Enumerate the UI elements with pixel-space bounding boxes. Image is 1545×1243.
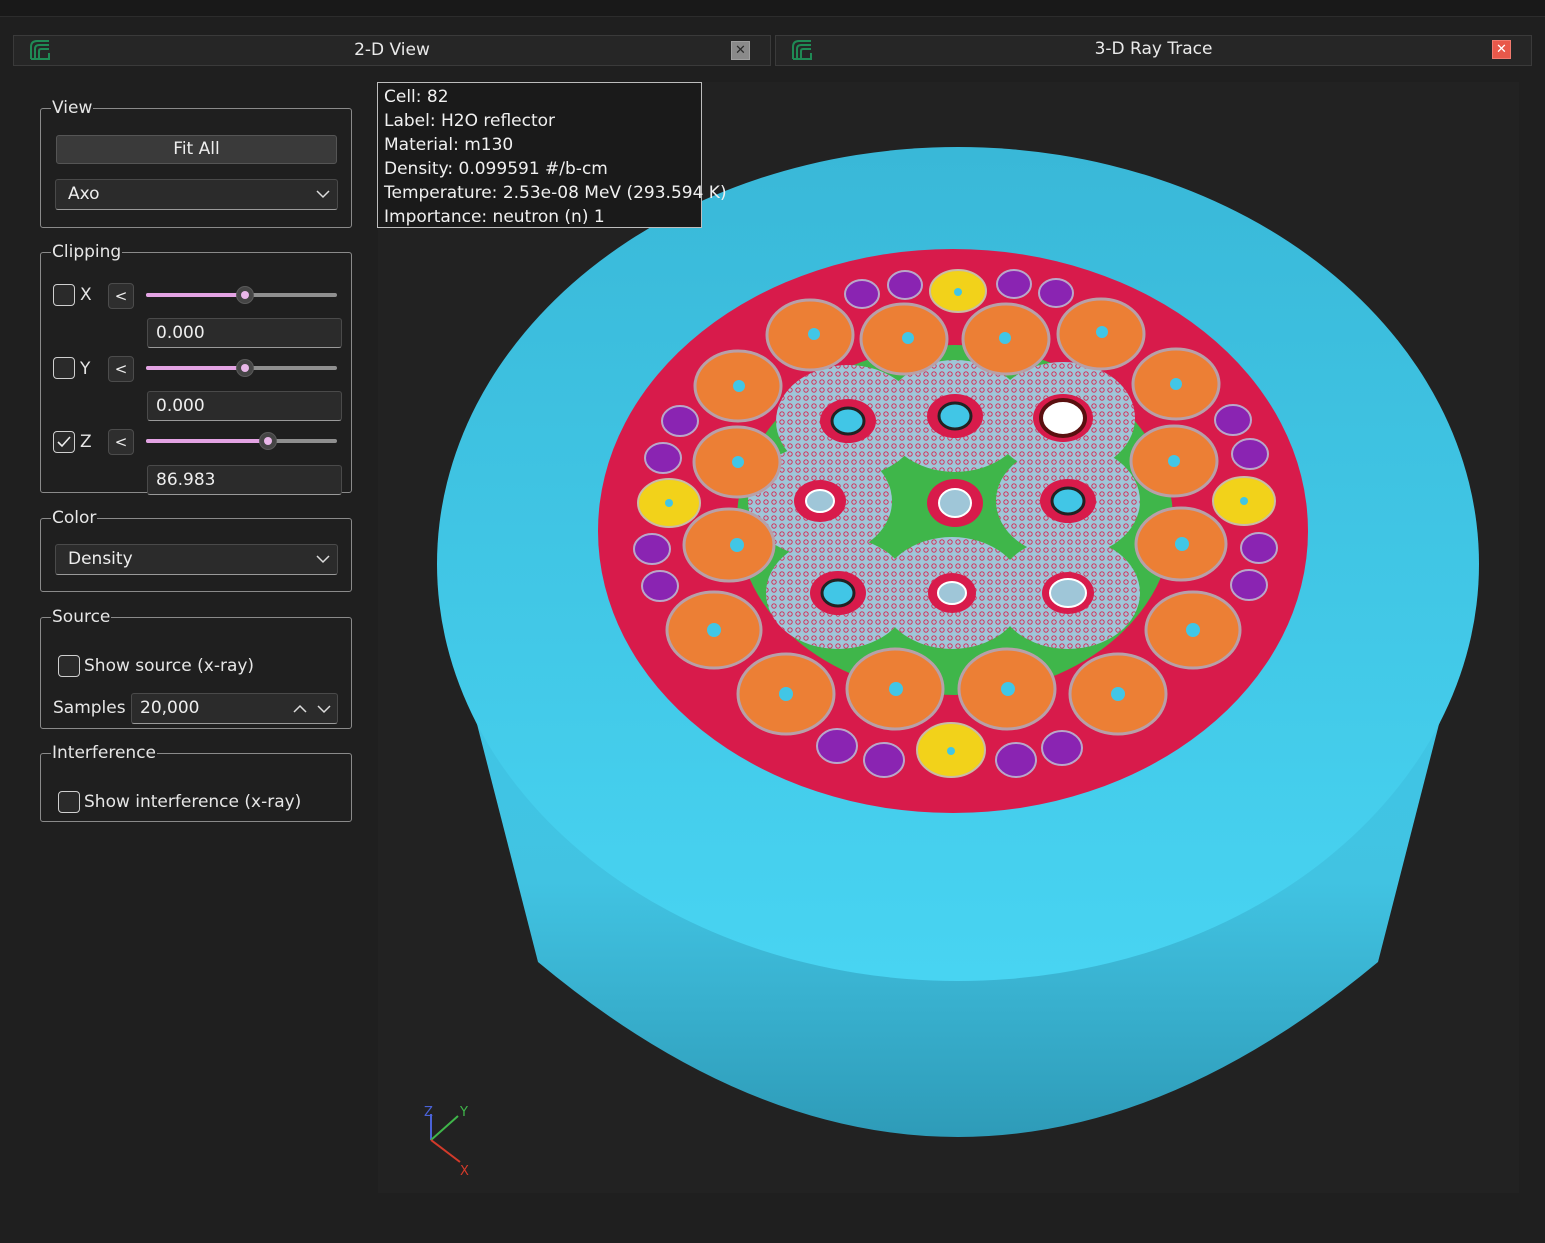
chevron-up-icon[interactable]: [292, 701, 308, 717]
source-group: Source Show source (x-ray) Samples 20,00…: [40, 607, 352, 729]
chevron-down-icon: [316, 190, 330, 199]
clip-x-value-field[interactable]: 0.000: [147, 318, 342, 348]
tooltip-label: Label: H2O reflector: [384, 111, 556, 131]
clip-y-slider-thumb[interactable]: [236, 359, 254, 377]
projection-select[interactable]: Axo: [55, 179, 338, 210]
samples-value: 20,000: [140, 698, 200, 718]
title-strip: [0, 0, 1545, 17]
clip-y-label: Y: [80, 359, 91, 379]
clipping-legend: Clipping: [52, 242, 122, 262]
clip-x-direction-button[interactable]: <: [108, 283, 134, 309]
color-mode-select[interactable]: Density: [55, 544, 338, 575]
chevron-down-icon: [316, 555, 330, 564]
clip-z-slider-fill: [146, 439, 267, 443]
close-icon[interactable]: ✕: [1492, 40, 1511, 59]
clip-z-label: Z: [80, 432, 92, 452]
chevron-down-icon[interactable]: [316, 701, 332, 717]
clip-z-direction-button[interactable]: <: [108, 429, 134, 455]
cell-info-tooltip: Cell: 82 Label: H2O reflector Material: …: [377, 82, 727, 228]
clip-x-slider-fill: [146, 293, 244, 297]
color-mode-value: Density: [68, 549, 133, 569]
clipping-group: Clipping X < 0.000 Y < 0.000 Z < 86.983: [40, 242, 352, 495]
clip-y-slider-fill: [146, 366, 244, 370]
ray-trace-viewport[interactable]: [378, 82, 1519, 1193]
color-legend: Color: [52, 508, 97, 528]
fit-all-button[interactable]: Fit All: [56, 135, 337, 164]
checkmark-icon: [57, 436, 71, 448]
show-source-checkbox[interactable]: [58, 655, 80, 677]
tooltip-density: Density: 0.099591 #/b-cm: [384, 159, 608, 179]
source-legend: Source: [52, 607, 111, 627]
reactor-render: [437, 147, 1479, 1137]
samples-label: Samples: [53, 698, 126, 718]
tooltip-temperature: Temperature: 2.53e-08 MeV (293.594 K): [384, 183, 727, 203]
axis-triad-icon: Z Y X: [424, 1105, 469, 1179]
close-icon[interactable]: ✕: [731, 41, 750, 60]
view-legend: View: [52, 98, 93, 118]
show-interference-label: Show interference (x-ray): [84, 792, 302, 812]
tooltip-importance: Importance: neutron (n) 1: [384, 207, 605, 227]
triad-z-label: Z: [424, 1105, 433, 1120]
clip-z-checkbox[interactable]: [53, 431, 75, 453]
clip-y-value-field[interactable]: 0.000: [147, 391, 342, 421]
triad-x-label: X: [460, 1164, 469, 1179]
projection-value: Axo: [68, 184, 100, 204]
interference-group: Interference Show interference (x-ray): [40, 743, 352, 822]
samples-spinbox[interactable]: 20,000: [131, 693, 338, 724]
fuel-assemblies: [748, 360, 1140, 649]
clip-x-slider-thumb[interactable]: [236, 286, 254, 304]
tab-3d-ray-trace[interactable]: 3-D Ray Trace ✕: [775, 35, 1532, 66]
clip-z-value-field[interactable]: 86.983: [147, 465, 342, 495]
clip-z-slider-thumb[interactable]: [259, 432, 277, 450]
clip-x-checkbox[interactable]: [53, 284, 75, 306]
tab-2d-view[interactable]: 2-D View ✕: [13, 35, 771, 66]
clip-y-checkbox[interactable]: [53, 357, 75, 379]
view-group: View Fit All Axo: [40, 98, 352, 228]
tab-title-2d: 2-D View: [354, 40, 430, 60]
clip-x-label: X: [80, 285, 92, 305]
triad-y-label: Y: [459, 1105, 468, 1120]
tab-title-3d: 3-D Ray Trace: [1094, 39, 1213, 59]
clip-y-direction-button[interactable]: <: [108, 356, 134, 382]
color-group: Color Density: [40, 508, 352, 592]
show-source-label: Show source (x-ray): [84, 656, 255, 676]
tooltip-material: Material: m130: [384, 135, 514, 155]
show-interference-checkbox[interactable]: [58, 791, 80, 813]
tooltip-cell: Cell: 82: [384, 87, 449, 107]
interference-legend: Interference: [52, 743, 157, 763]
